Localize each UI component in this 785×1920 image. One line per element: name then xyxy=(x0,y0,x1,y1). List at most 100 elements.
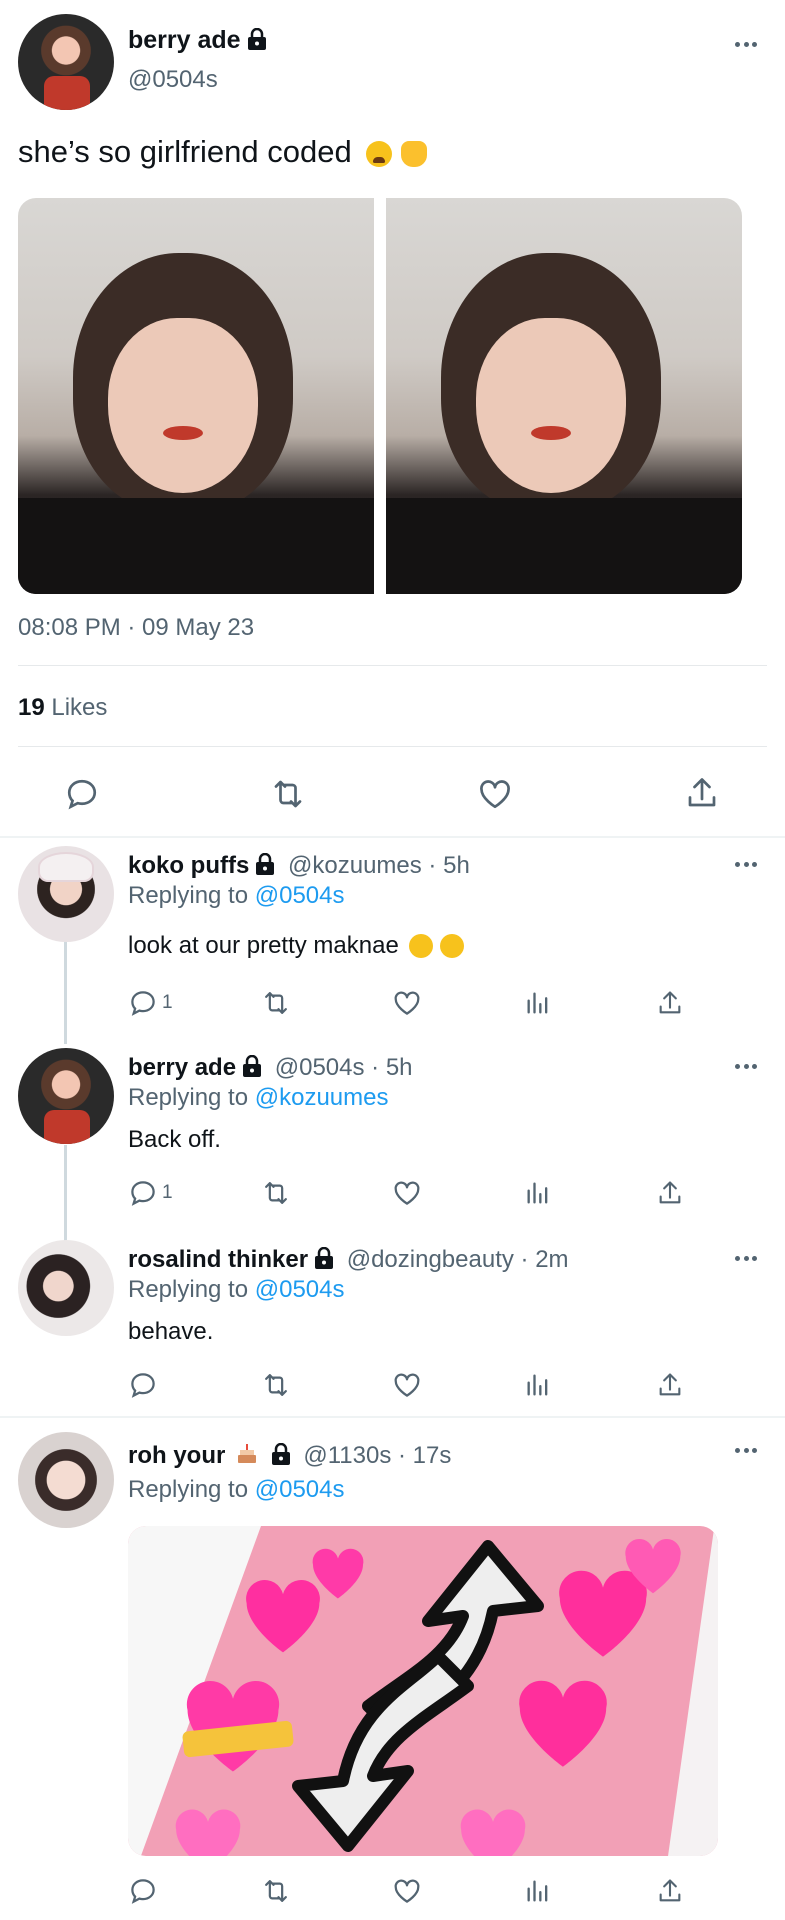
share-icon[interactable] xyxy=(684,774,720,812)
reply-avatar[interactable] xyxy=(18,1048,114,1144)
reply-meta: @kozuumes · 5h xyxy=(288,852,470,879)
reply-header: rosalind thinker @dozingbeauty · 2m xyxy=(128,1246,569,1274)
reply-action-bar xyxy=(128,1370,688,1400)
photo-1[interactable] xyxy=(18,198,374,594)
replying-to: Replying to @0504s xyxy=(128,1476,345,1503)
more-options-icon[interactable] xyxy=(735,1064,757,1070)
share-icon xyxy=(659,1181,681,1204)
more-options-icon[interactable] xyxy=(735,1448,757,1454)
reply-avatar[interactable] xyxy=(18,1240,114,1336)
reply-header: berry ade @0504s · 5h xyxy=(128,1054,413,1082)
retweet-button[interactable] xyxy=(260,988,292,1018)
reply-author-name[interactable]: koko puffs xyxy=(128,852,249,879)
reply-header: koko puffs @kozuumes · 5h xyxy=(128,852,470,880)
author-avatar[interactable] xyxy=(18,14,114,110)
photo-2[interactable] xyxy=(386,198,742,594)
reply-icon xyxy=(131,1879,155,1904)
mention-link[interactable]: @0504s xyxy=(255,1276,345,1303)
section-divider xyxy=(0,836,785,838)
lock-icon xyxy=(247,28,266,50)
author-name[interactable]: berry ade xyxy=(128,26,267,55)
reply-author-name[interactable]: rosalind thinker xyxy=(128,1246,308,1273)
reply-author-name[interactable]: roh your xyxy=(128,1442,225,1469)
like-icon xyxy=(394,1879,420,1903)
more-options-icon[interactable] xyxy=(735,42,757,48)
reply-action-bar: 1 xyxy=(128,1178,688,1208)
heart-icon xyxy=(175,1809,241,1856)
more-options-icon[interactable] xyxy=(735,862,757,868)
lock-icon xyxy=(315,1247,334,1269)
replying-to: Replying to @0504s xyxy=(128,882,345,909)
heart-icon xyxy=(519,1680,607,1767)
reply-icon xyxy=(131,1181,155,1206)
reply-button[interactable]: 1 xyxy=(128,988,173,1018)
section-divider xyxy=(0,1416,785,1418)
reply-text: look at our pretty maknae xyxy=(128,932,465,960)
reply-avatar[interactable] xyxy=(18,1432,114,1528)
mention-link[interactable]: @0504s xyxy=(255,882,345,909)
replying-to: Replying to @kozuumes xyxy=(128,1084,389,1111)
reply-button[interactable] xyxy=(128,1876,158,1906)
mention-link[interactable]: @0504s xyxy=(255,1476,345,1503)
reply-text: Back off. xyxy=(128,1126,221,1153)
reply-avatar[interactable] xyxy=(18,846,114,942)
thread-line xyxy=(64,940,67,1044)
retweet-icon xyxy=(265,1374,287,1396)
lock-icon xyxy=(271,1443,290,1465)
retweet-button[interactable] xyxy=(260,1370,292,1400)
analytics-button[interactable] xyxy=(524,1876,552,1906)
reply-meta: @1130s · 17s xyxy=(303,1442,452,1469)
reply-action-bar: 1 xyxy=(128,988,688,1018)
reply-icon xyxy=(131,991,155,1016)
reply-media-image[interactable] xyxy=(128,1526,718,1856)
retweet-button[interactable] xyxy=(260,1178,292,1208)
like-button[interactable] xyxy=(392,1178,422,1208)
reply-meta: @dozingbeauty · 2m xyxy=(346,1246,569,1273)
raised-hand-emoji-icon xyxy=(400,141,427,167)
analytics-button[interactable] xyxy=(524,1178,552,1208)
likes-count[interactable]: 19 Likes xyxy=(18,694,107,722)
thread-line xyxy=(64,1145,67,1242)
reply-icon xyxy=(131,1373,155,1398)
like-icon xyxy=(394,991,420,1015)
analytics-icon xyxy=(527,992,548,1014)
mention-link[interactable]: @kozuumes xyxy=(255,1084,389,1111)
share-button[interactable] xyxy=(656,988,684,1018)
like-button[interactable] xyxy=(392,988,422,1018)
analytics-icon xyxy=(527,1182,548,1204)
share-button[interactable] xyxy=(656,1876,684,1906)
pleading-face-emoji-icon xyxy=(409,934,434,958)
like-icon[interactable] xyxy=(476,776,514,812)
share-button[interactable] xyxy=(656,1370,684,1400)
reply-header: roh your @1130s · 17s xyxy=(128,1442,451,1470)
tweet-timestamp[interactable]: 08:08 PM · 09 May 23 xyxy=(18,614,254,642)
reply-meta: @0504s · 5h xyxy=(274,1054,413,1081)
analytics-icon xyxy=(527,1880,548,1902)
birthday-cake-emoji-icon xyxy=(238,1444,257,1463)
reply-button[interactable] xyxy=(128,1370,158,1400)
divider xyxy=(18,665,767,666)
share-button[interactable] xyxy=(656,1178,684,1208)
share-icon xyxy=(659,1373,681,1396)
like-icon xyxy=(394,1181,420,1205)
author-handle[interactable]: @0504s xyxy=(128,66,218,94)
like-button[interactable] xyxy=(392,1370,422,1400)
tweet-text: she’s so girlfriend coded xyxy=(18,134,427,170)
reply-icon[interactable] xyxy=(64,776,100,812)
like-button[interactable] xyxy=(392,1876,422,1906)
analytics-icon xyxy=(527,1374,548,1396)
analytics-button[interactable] xyxy=(524,988,552,1018)
tired-face-emoji-icon xyxy=(366,141,393,167)
replying-to: Replying to @0504s xyxy=(128,1276,345,1303)
lock-icon xyxy=(256,853,275,875)
retweet-icon xyxy=(265,1182,287,1204)
pleading-face-emoji-icon xyxy=(440,934,465,958)
reply-button[interactable]: 1 xyxy=(128,1178,173,1208)
analytics-button[interactable] xyxy=(524,1370,552,1400)
retweet-icon[interactable] xyxy=(268,776,308,812)
retweet-icon xyxy=(265,992,287,1014)
reply-text: behave. xyxy=(128,1318,214,1345)
retweet-button[interactable] xyxy=(260,1876,292,1906)
reply-author-name[interactable]: berry ade xyxy=(128,1054,236,1081)
more-options-icon[interactable] xyxy=(735,1256,757,1262)
